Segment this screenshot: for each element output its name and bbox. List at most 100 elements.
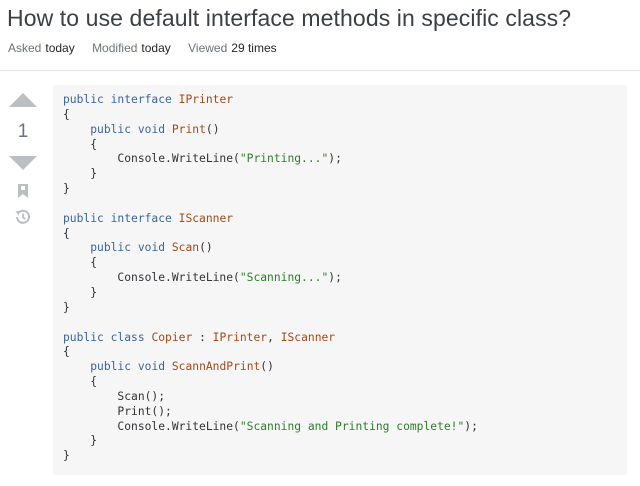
code-line: } <box>63 286 617 301</box>
code-text: () <box>205 122 220 136</box>
code-line: Console.WriteLine("Printing..."); <box>63 152 617 167</box>
code-text: Scan(); <box>63 389 166 403</box>
viewed-value: 29 times <box>231 41 277 55</box>
code-text: Print(); <box>63 404 172 418</box>
question-meta: Asked today Modified today Viewed 29 times <box>8 41 291 55</box>
code-keyword: void <box>137 241 166 255</box>
code-line: public interface IScanner <box>63 212 617 227</box>
vote-count: 1 <box>17 121 29 142</box>
code-keyword: void <box>137 122 166 136</box>
code-text: ); <box>464 419 478 433</box>
code-keyword: class <box>110 330 145 344</box>
code-keyword: public <box>63 211 104 225</box>
code-keyword: interface <box>110 93 172 106</box>
viewed-label: Viewed <box>188 41 228 55</box>
code-string: "Printing..." <box>239 152 329 166</box>
code-text: Console.WriteLine( <box>63 271 240 285</box>
code-keyword: public <box>63 330 104 344</box>
code-text: } <box>63 300 70 314</box>
code-text: { <box>63 137 98 151</box>
bookmark-button[interactable] <box>16 183 30 199</box>
code-line: } <box>63 301 617 316</box>
code-line: { <box>63 227 617 242</box>
code-line: public class Copier : IPrinter, IScanner <box>63 331 617 346</box>
question-title[interactable]: How to use default interface methods in … <box>7 5 571 32</box>
code-type-name: Print <box>171 122 206 136</box>
code-text: { <box>63 226 70 240</box>
code-text: { <box>63 345 70 359</box>
code-keyword: public <box>90 360 132 374</box>
code-line: { <box>63 108 617 123</box>
history-button[interactable] <box>14 208 32 226</box>
code-text: } <box>63 167 98 181</box>
code-line: } <box>63 167 617 182</box>
code-text: : <box>192 330 213 344</box>
code-keyword: public <box>90 122 132 136</box>
viewed-info: Viewed 29 times <box>188 41 277 55</box>
history-icon <box>15 209 30 224</box>
code-line: public void Scan() <box>63 241 617 256</box>
code-line: } <box>63 182 617 197</box>
code-text: } <box>63 182 70 196</box>
code-line: { <box>63 256 617 271</box>
asked-info: Asked today <box>8 41 78 55</box>
code-line: { <box>63 138 617 153</box>
code-text: ); <box>328 152 342 166</box>
code-keyword: public <box>90 241 132 255</box>
code-string: "Scanning..." <box>239 271 329 285</box>
asked-label: Asked <box>8 41 42 55</box>
code-text: { <box>63 107 70 121</box>
code-text: { <box>63 256 98 270</box>
header-divider <box>0 70 640 71</box>
code-text: } <box>63 285 98 299</box>
code-text: } <box>63 449 70 463</box>
code-text: , <box>267 330 281 344</box>
code-line: { <box>63 375 617 390</box>
code-keyword: public <box>63 93 104 106</box>
code-text: () <box>260 360 274 374</box>
downvote-button[interactable] <box>8 155 38 171</box>
code-text: Console.WriteLine( <box>63 419 240 433</box>
downvote-triangle-icon <box>9 156 37 170</box>
code-text: () <box>199 241 213 255</box>
upvote-button[interactable] <box>8 92 38 108</box>
code-type-name: IPrinter <box>178 93 234 106</box>
code-line: public void ScannAndPrint() <box>63 360 617 375</box>
code-keyword: void <box>137 360 166 374</box>
modified-value[interactable]: today <box>141 41 170 55</box>
code-line: } <box>63 434 617 449</box>
code-line: public void Print() <box>63 123 617 138</box>
code-line: Print(); <box>63 405 617 420</box>
modified-label: Modified <box>92 41 138 55</box>
code-text: ); <box>328 271 342 285</box>
code-line: Console.WriteLine("Scanning..."); <box>63 271 617 286</box>
code-type-name: IScanner <box>280 330 336 344</box>
code-line: Console.WriteLine("Scanning and Printing… <box>63 420 617 435</box>
code-type-name: ScannAndPrint <box>171 360 261 374</box>
code-content: public interface IPrinter { public void P… <box>63 93 617 464</box>
code-type-name: IScanner <box>178 211 234 225</box>
code-line: } <box>63 449 617 464</box>
asked-value[interactable]: today <box>45 41 74 55</box>
code-keyword: interface <box>110 211 172 225</box>
code-text: { <box>63 375 98 389</box>
code-block[interactable]: public interface IPrinter { public void P… <box>53 85 627 475</box>
code-text: } <box>63 434 98 448</box>
code-line: { <box>63 345 617 360</box>
